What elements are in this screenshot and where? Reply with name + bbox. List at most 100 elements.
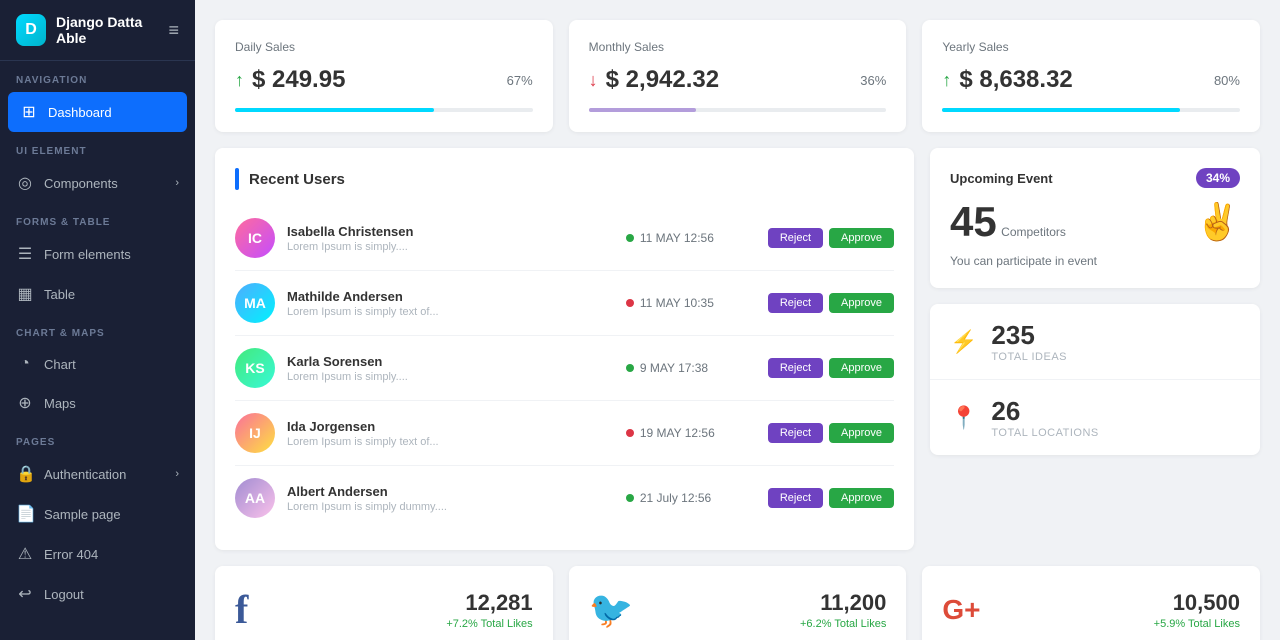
sidebar-item-form-elements[interactable]: ☰ Form elements — [0, 234, 195, 274]
table-row: IC Isabella Christensen Lorem Ipsum is s… — [235, 206, 894, 271]
ideas-count: 235 — [991, 320, 1067, 351]
user-desc: Lorem Ipsum is simply.... — [287, 241, 614, 253]
stat-yearly-bar-fill — [942, 108, 1180, 112]
stat-monthly-bar-fill — [589, 108, 696, 112]
pin-icon: 📍 — [950, 405, 977, 431]
stat-yearly-body: ↑ $ 8,638.32 80% — [942, 66, 1240, 94]
approve-button[interactable]: Approve — [829, 358, 894, 378]
info-cards: ⚡ 235 TOTAL IDEAS 📍 26 TOTAL LOCATIONS — [930, 304, 1260, 455]
ideas-info: 235 TOTAL IDEAS — [991, 320, 1067, 363]
stat-monthly-value-row: ↓ $ 2,942.32 — [589, 66, 719, 94]
sidebar-item-label-dashboard: Dashboard — [48, 105, 112, 120]
user-info: Karla Sorensen Lorem Ipsum is simply.... — [287, 354, 614, 383]
status-dot-online — [626, 234, 634, 242]
twitter-stat: 11,200 +6.2% Total Likes — [649, 590, 886, 630]
nav-section-pages: PAGES — [0, 423, 195, 454]
stats-row: Daily Sales ↑ $ 249.95 67% Monthly Sales… — [215, 20, 1260, 132]
user-actions: Reject Approve — [768, 488, 894, 508]
sidebar-item-label-table: Table — [44, 287, 75, 302]
sidebar-item-label-form: Form elements — [44, 247, 131, 262]
facebook-stat: 12,281 +7.2% Total Likes — [264, 590, 532, 630]
googleplus-count: 10,500 — [996, 590, 1240, 616]
stat-yearly-title: Yearly Sales — [942, 40, 1240, 54]
stat-daily-trend-icon: ↑ — [235, 70, 244, 91]
sidebar-item-chart[interactable]: ◔ Chart — [0, 345, 195, 383]
event-count-label: Competitors — [1001, 225, 1066, 239]
twitter-change: +6.2% Total Likes — [649, 618, 886, 630]
user-name: Mathilde Andersen — [287, 289, 614, 304]
stat-daily-bar-fill — [235, 108, 434, 112]
user-actions: Reject Approve — [768, 423, 894, 443]
table-icon: ▦ — [16, 284, 34, 304]
user-desc: Lorem Ipsum is simply dummy.... — [287, 501, 614, 513]
sidebar-item-label-components: Components — [44, 176, 118, 191]
sidebar-item-label-maps: Maps — [44, 396, 76, 411]
table-row: KS Karla Sorensen Lorem Ipsum is simply.… — [235, 336, 894, 401]
user-name: Albert Andersen — [287, 484, 614, 499]
sidebar-item-error-404[interactable]: ⚠ Error 404 — [0, 534, 195, 574]
recent-users-card: Recent Users IC Isabella Christensen Lor… — [215, 148, 914, 550]
event-count: 45 — [950, 198, 997, 245]
form-icon: ☰ — [16, 244, 34, 264]
sidebar-item-authentication[interactable]: 🔒 Authentication › — [0, 454, 195, 494]
sidebar-header: D Django Datta Able ≡ — [0, 0, 195, 61]
user-desc: Lorem Ipsum is simply text of... — [287, 306, 614, 318]
stat-monthly-body: ↓ $ 2,942.32 36% — [589, 66, 887, 94]
sidebar-item-sample-page[interactable]: 📄 Sample page — [0, 494, 195, 534]
user-status: 19 MAY 12:56 — [626, 426, 756, 440]
ideas-card: ⚡ 235 TOTAL IDEAS — [930, 304, 1260, 380]
sidebar-toggle-icon[interactable]: ≡ — [168, 20, 179, 41]
approve-button[interactable]: Approve — [829, 293, 894, 313]
approve-button[interactable]: Approve — [829, 423, 894, 443]
user-info: Albert Andersen Lorem Ipsum is simply du… — [287, 484, 614, 513]
reject-button[interactable]: Reject — [768, 488, 823, 508]
sidebar-item-components[interactable]: ◎ Components › — [0, 163, 195, 203]
warning-icon: ⚠ — [16, 544, 34, 564]
stat-daily-bar — [235, 108, 533, 112]
user-status: 11 MAY 12:56 — [626, 231, 756, 245]
stat-daily-body: ↑ $ 249.95 67% — [235, 66, 533, 94]
twitter-count: 11,200 — [649, 590, 886, 616]
table-row: MA Mathilde Andersen Lorem Ipsum is simp… — [235, 271, 894, 336]
nav-section-forms: FORMS & TABLE — [0, 203, 195, 234]
googleplus-change: +5.9% Total Likes — [996, 618, 1240, 630]
nav-section-charts: CHART & MAPS — [0, 314, 195, 345]
stat-monthly-title: Monthly Sales — [589, 40, 887, 54]
user-status: 11 MAY 10:35 — [626, 296, 756, 310]
facebook-change: +7.2% Total Likes — [264, 618, 532, 630]
status-dot-online — [626, 494, 634, 502]
recent-users-header: Recent Users — [235, 168, 894, 190]
sidebar-item-table[interactable]: ▦ Table — [0, 274, 195, 314]
sidebar-item-label-logout: Logout — [44, 587, 84, 602]
sidebar: D Django Datta Able ≡ NAVIGATION ⊞ Dashb… — [0, 0, 195, 640]
stat-daily-value: $ 249.95 — [252, 66, 345, 94]
nav-section-ui: UI ELEMENT — [0, 132, 195, 163]
sidebar-item-label-chart: Chart — [44, 357, 76, 372]
stat-daily-percent: 67% — [507, 73, 533, 88]
avatar: IC — [235, 218, 275, 258]
approve-button[interactable]: Approve — [829, 488, 894, 508]
sidebar-item-logout[interactable]: ↩ Logout — [0, 574, 195, 614]
stat-card-yearly: Yearly Sales ↑ $ 8,638.32 80% — [922, 20, 1260, 132]
ideas-label: TOTAL IDEAS — [991, 351, 1067, 363]
components-icon: ◎ — [16, 173, 34, 193]
reject-button[interactable]: Reject — [768, 228, 823, 248]
twitter-icon: 🐦 — [589, 589, 634, 631]
nav-section-navigation: NAVIGATION — [0, 61, 195, 92]
user-desc: Lorem Ipsum is simply.... — [287, 371, 614, 383]
recent-users-title: Recent Users — [249, 171, 345, 188]
stat-monthly-trend-icon: ↓ — [589, 70, 598, 91]
reject-button[interactable]: Reject — [768, 358, 823, 378]
stat-daily-title: Daily Sales — [235, 40, 533, 54]
stat-monthly-value: $ 2,942.32 — [606, 66, 719, 94]
approve-button[interactable]: Approve — [829, 228, 894, 248]
sidebar-item-dashboard[interactable]: ⊞ Dashboard — [8, 92, 187, 132]
stat-yearly-value-row: ↑ $ 8,638.32 — [942, 66, 1072, 94]
reject-button[interactable]: Reject — [768, 293, 823, 313]
avatar: IJ — [235, 413, 275, 453]
googleplus-stat: 10,500 +5.9% Total Likes — [996, 590, 1240, 630]
sidebar-item-maps[interactable]: ⊕ Maps — [0, 383, 195, 423]
stat-card-monthly: Monthly Sales ↓ $ 2,942.32 36% — [569, 20, 907, 132]
reject-button[interactable]: Reject — [768, 423, 823, 443]
avatar: KS — [235, 348, 275, 388]
